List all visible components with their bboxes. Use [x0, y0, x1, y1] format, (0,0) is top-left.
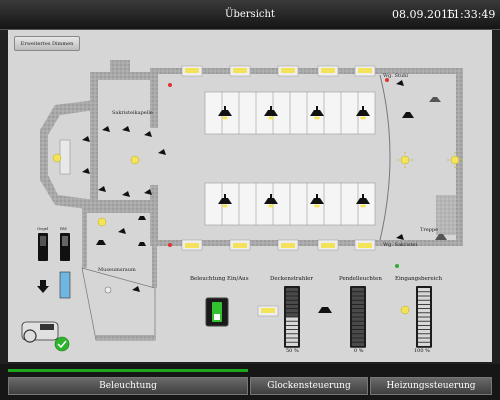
app-frame: Übersicht 08.09.2015 11:33:49 Orgel RW E… [0, 0, 500, 400]
slider-segment [352, 313, 364, 317]
slider-segment [418, 288, 430, 292]
value-pendelleuchten: 0 % [354, 348, 364, 354]
dimmer-slider-pendelleuchten[interactable] [350, 286, 366, 348]
slider-segment [418, 300, 430, 304]
slider-segment [352, 296, 364, 300]
tab-beleuchtung[interactable]: Beleuchtung [8, 377, 248, 395]
slider-segment [352, 342, 364, 346]
slider-segment [286, 309, 298, 313]
slider-segment [352, 304, 364, 309]
slider-segment [418, 321, 430, 325]
slider-segment [286, 292, 298, 296]
dimmer-slider-deckenstrahler[interactable] [284, 286, 300, 348]
slider-segment [418, 296, 430, 300]
active-tab-indicator [8, 369, 248, 372]
dimmer-sliders [284, 286, 432, 348]
slider-segment [286, 300, 298, 304]
slider-segment [352, 330, 364, 334]
tab-heizungssteuerung[interactable]: Heizungssteuerung [370, 377, 492, 395]
slider-segment [418, 334, 430, 338]
slider-segment [286, 334, 298, 338]
slider-segment [418, 292, 430, 296]
slider-segment [352, 288, 364, 292]
value-deckenstrahler: 50 % [286, 348, 299, 354]
slider-segment [286, 325, 298, 330]
slider-segment [418, 342, 430, 346]
slider-segment [352, 317, 364, 321]
slider-segment [286, 330, 298, 334]
slider-segment [352, 292, 364, 296]
slider-segment [352, 321, 364, 325]
slider-segment [286, 321, 298, 325]
slider-segment [352, 325, 364, 330]
tab-glockensteuerung[interactable]: Glockensteuerung [250, 377, 368, 395]
slider-segment [352, 338, 364, 342]
dimmer-slider-eingangsbereich[interactable] [416, 286, 432, 348]
value-eingangsbereich: 100 % [414, 348, 430, 354]
slider-segment [352, 334, 364, 338]
slider-segment [418, 313, 430, 317]
slider-segment [286, 338, 298, 342]
slider-segment [418, 317, 430, 321]
slider-segment [286, 296, 298, 300]
slider-segment [286, 317, 298, 321]
slider-segment [286, 304, 298, 309]
slider-segment [352, 309, 364, 313]
slider-segment [418, 309, 430, 313]
slider-segment [418, 330, 430, 334]
slider-segment [418, 325, 430, 330]
slider-segment [286, 342, 298, 346]
slider-segment [418, 338, 430, 342]
slider-segment [418, 304, 430, 309]
slider-segment [286, 288, 298, 292]
slider-segment [352, 300, 364, 304]
slider-segment [286, 313, 298, 317]
